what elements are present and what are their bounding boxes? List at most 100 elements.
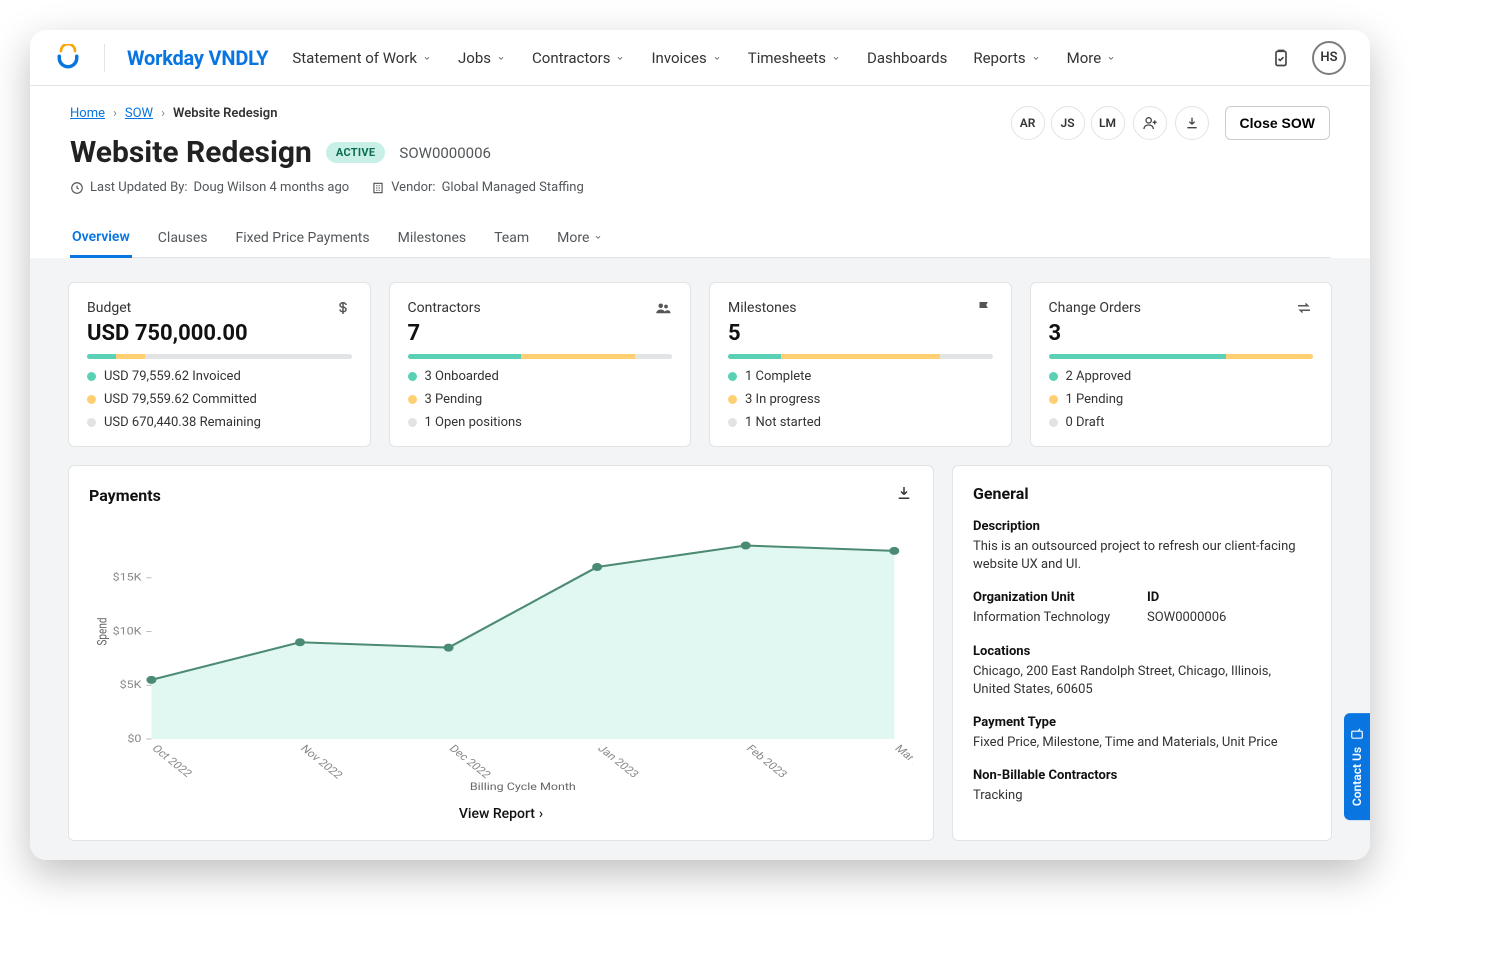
last-updated-meta: Last Updated By: Doug Wilson 4 months ag… [70, 180, 349, 195]
breadcrumb-sow[interactable]: SOW [125, 106, 153, 121]
bar-segment [116, 354, 145, 359]
bar-segment [521, 354, 635, 359]
vendor-meta: Vendor: Global Managed Staffing [371, 180, 584, 195]
general-panel: General Description This is an outsource… [952, 465, 1332, 841]
tab-fixed-price-payments[interactable]: Fixed Price Payments [234, 219, 372, 257]
top-nav: Workday VNDLY Statement of Work Jobs Contr… [30, 30, 1370, 86]
nav-timesheets[interactable]: Timesheets [748, 49, 841, 67]
bar-segment [1226, 354, 1313, 359]
svg-text:Mar 2023: Mar 2023 [892, 743, 913, 781]
breadcrumb-home[interactable]: Home [70, 106, 105, 121]
breadcrumb: Home › SOW › Website Redesign [70, 106, 999, 121]
bar-segment [635, 354, 672, 359]
tab-overview[interactable]: Overview [70, 219, 132, 258]
legend-row: 3 In progress [728, 392, 993, 407]
id-label: ID [1147, 590, 1311, 605]
status-badge: ACTIVE [326, 142, 386, 163]
chevron-down-icon [1106, 49, 1116, 67]
tab-more[interactable]: More [555, 219, 605, 257]
nav-contractors[interactable]: Contractors [532, 49, 625, 67]
chevron-down-icon [1031, 49, 1041, 67]
svg-text:Feb 2023: Feb 2023 [743, 743, 790, 780]
budget-value: USD 750,000.00 [87, 321, 352, 346]
collaborator-avatar[interactable]: LM [1091, 106, 1125, 140]
legend-dot [728, 395, 737, 404]
summary-cards: Budget USD 750,000.00 USD 79,559.62 Invo… [68, 282, 1332, 447]
milestones-label: Milestones [728, 300, 797, 316]
svg-text:Oct 2022: Oct 2022 [149, 743, 195, 780]
download-button[interactable] [1175, 106, 1209, 140]
nav-statement-of-work[interactable]: Statement of Work [292, 49, 432, 67]
tab-clauses[interactable]: Clauses [156, 219, 210, 257]
brand-name[interactable]: Workday VNDLY [127, 46, 268, 70]
page-title: Website Redesign [70, 135, 312, 170]
svg-text:$15K: $15K [113, 572, 143, 583]
legend-row: 1 Not started [728, 415, 993, 430]
description-value: This is an outsourced project to refresh… [973, 538, 1311, 574]
legend-dot [408, 418, 417, 427]
legend-row: 0 Draft [1049, 415, 1314, 430]
close-sow-button[interactable]: Close SOW [1225, 106, 1330, 140]
chevron-right-icon: › [113, 106, 117, 121]
chevron-down-icon [712, 49, 722, 67]
legend-dot [1049, 372, 1058, 381]
payment-type-value: Fixed Price, Milestone, Time and Materia… [973, 734, 1311, 752]
flag-icon [975, 299, 993, 317]
people-icon [654, 299, 672, 317]
nav-jobs[interactable]: Jobs [458, 49, 506, 67]
clock-icon [70, 181, 84, 195]
svg-text:Spend: Spend [95, 618, 109, 646]
legend-dot [1049, 418, 1058, 427]
nav-reports[interactable]: Reports [973, 49, 1040, 67]
contractors-label: Contractors [408, 300, 481, 316]
legend-dot [1049, 395, 1058, 404]
bar-segment [145, 354, 351, 359]
svg-text:Billing Cycle Month: Billing Cycle Month [470, 781, 576, 792]
chevron-down-icon [593, 230, 603, 246]
description-label: Description [973, 519, 1311, 534]
nav-more[interactable]: More [1067, 49, 1117, 67]
legend-dot [728, 372, 737, 381]
svg-text:$0: $0 [127, 733, 141, 744]
payments-chart: $0$5K$10K$15KOct 2022Nov 2022Dec 2022Jan… [89, 514, 913, 794]
svg-text:Dec 2022: Dec 2022 [446, 743, 493, 781]
view-report-button[interactable]: View Report › [89, 806, 913, 822]
milestones-value: 5 [728, 321, 993, 346]
legend-dot [87, 372, 96, 381]
budget-label: Budget [87, 300, 131, 316]
legend-row: USD 79,559.62 Committed [87, 392, 352, 407]
chevron-down-icon [831, 49, 841, 67]
contractors-value: 7 [408, 321, 673, 346]
legend-row: 2 Approved [1049, 369, 1314, 384]
nav-divider [104, 44, 105, 72]
tab-milestones[interactable]: Milestones [396, 219, 469, 257]
tab-team[interactable]: Team [492, 219, 531, 257]
milestones-card[interactable]: Milestones 5 1 Complete3 In progress1 No… [709, 282, 1012, 447]
contractors-card[interactable]: Contractors 7 3 Onboarded3 Pending1 Open… [389, 282, 692, 447]
bar-segment [781, 354, 940, 359]
nav-invoices[interactable]: Invoices [651, 49, 721, 67]
legend-row: 3 Pending [408, 392, 673, 407]
budget-card[interactable]: Budget USD 750,000.00 USD 79,559.62 Invo… [68, 282, 371, 447]
clipboard-icon[interactable] [1264, 41, 1298, 75]
legend-row: USD 79,559.62 Invoiced [87, 369, 352, 384]
collaborator-avatar[interactable]: AR [1011, 106, 1045, 140]
legend-dot [87, 418, 96, 427]
svg-text:Jan 2023: Jan 2023 [595, 743, 642, 780]
dollar-icon [334, 299, 352, 317]
nav-dashboards[interactable]: Dashboards [867, 49, 947, 67]
breadcrumb-current: Website Redesign [173, 106, 277, 121]
chevron-right-icon: › [539, 806, 543, 822]
change-orders-card[interactable]: Change Orders 3 2 Approved1 Pending0 Dra… [1030, 282, 1333, 447]
contact-us-button[interactable]: Contact Us [1344, 713, 1370, 820]
bar-segment [87, 354, 116, 359]
add-user-button[interactable] [1133, 106, 1167, 140]
svg-text:Nov 2022: Nov 2022 [298, 743, 346, 781]
collaborator-avatar[interactable]: JS [1051, 106, 1085, 140]
org-unit-label: Organization Unit [973, 590, 1137, 605]
swap-icon [1295, 299, 1313, 317]
legend-dot [87, 395, 96, 404]
user-avatar[interactable]: HS [1312, 41, 1346, 75]
svg-text:$5K: $5K [120, 679, 143, 690]
download-payments-button[interactable] [895, 484, 913, 506]
